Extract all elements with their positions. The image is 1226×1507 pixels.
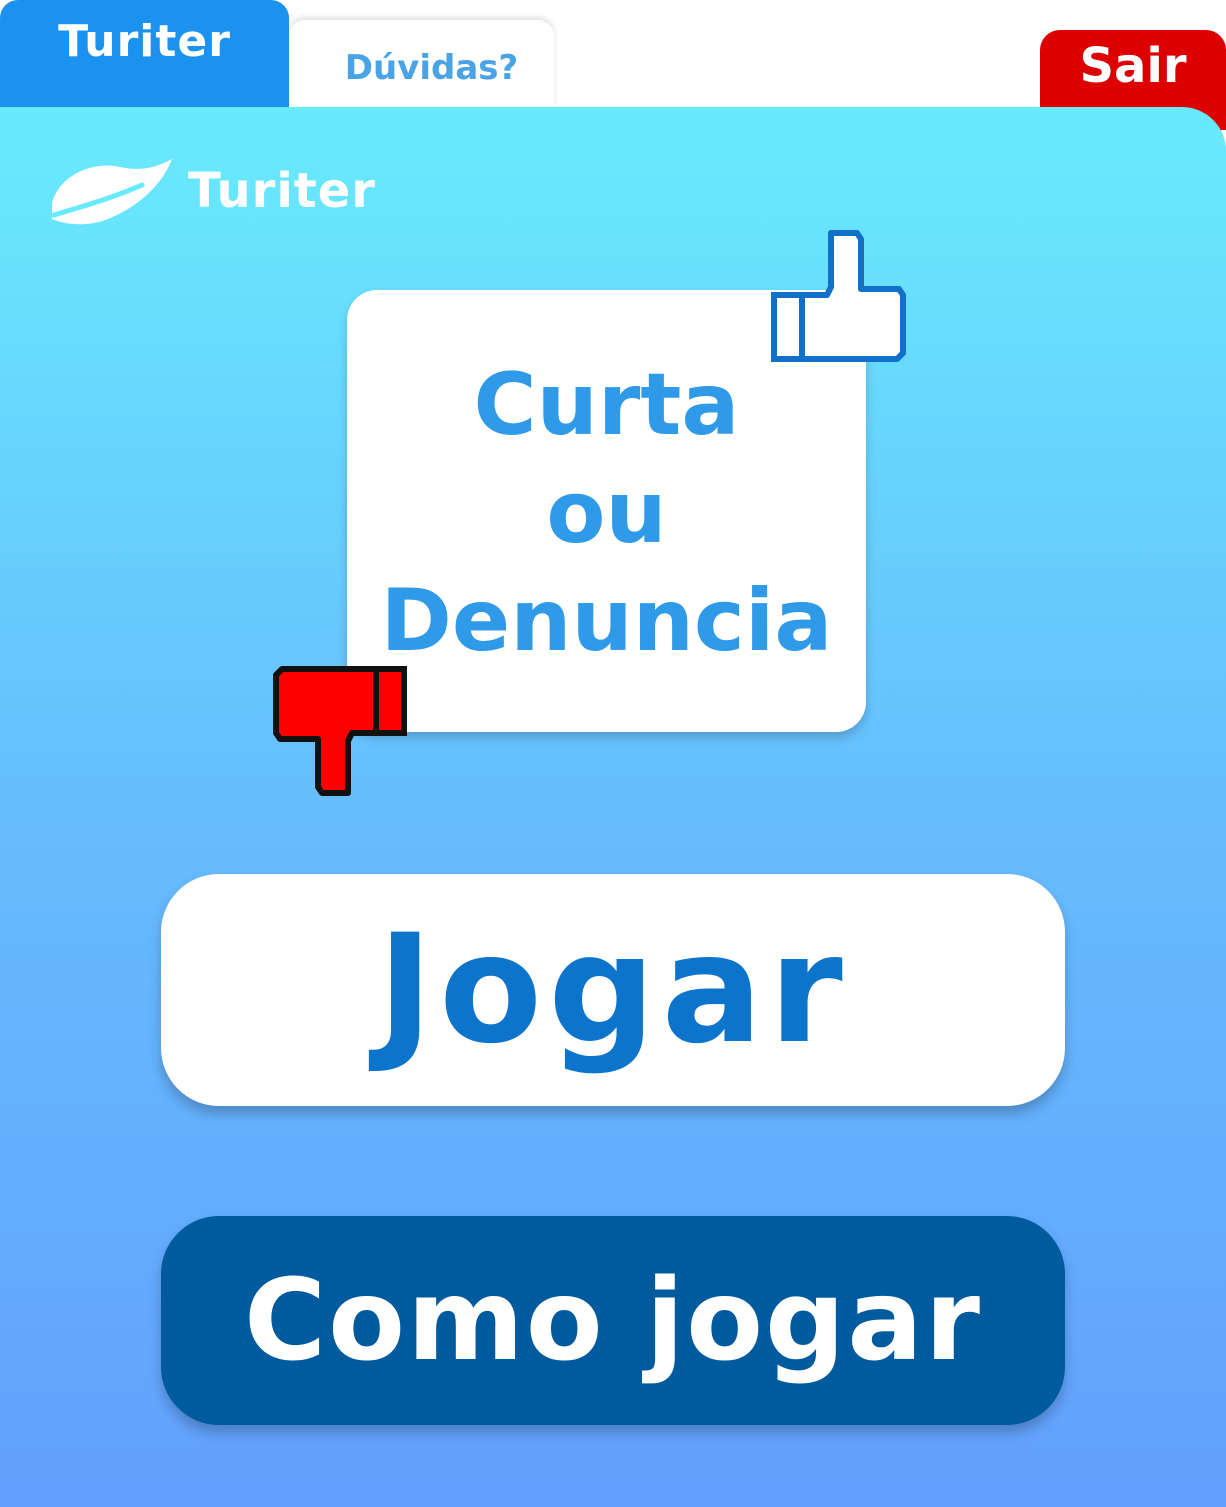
tab-help[interactable]: Dúvidas? — [289, 20, 554, 107]
app-screen: Dúvidas? Turiter Sair Turiter Curta ou D… — [0, 0, 1226, 1507]
play-button[interactable]: Jogar — [161, 874, 1065, 1106]
tab-turiter-label: Turiter — [58, 16, 231, 67]
play-button-label: Jogar — [377, 903, 849, 1077]
tab-help-label: Dúvidas? — [344, 47, 519, 88]
main-panel: Turiter Curta ou Denuncia Jogar Como jog… — [0, 107, 1226, 1507]
thumbs-up-icon — [771, 230, 906, 362]
tab-turiter[interactable]: Turiter — [0, 0, 289, 107]
how-to-play-button-label: Como jogar — [243, 1255, 983, 1386]
how-to-play-button[interactable]: Como jogar — [161, 1216, 1065, 1425]
game-title-line-1: Curta — [473, 355, 740, 455]
brand-name: Turiter — [188, 163, 376, 219]
leaf-icon — [51, 159, 172, 225]
brand-logo: Turiter — [50, 155, 376, 227]
game-title-line-2: ou — [546, 463, 667, 563]
game-title-line-3: Denuncia — [380, 571, 833, 671]
thumbs-down-icon — [273, 666, 407, 796]
